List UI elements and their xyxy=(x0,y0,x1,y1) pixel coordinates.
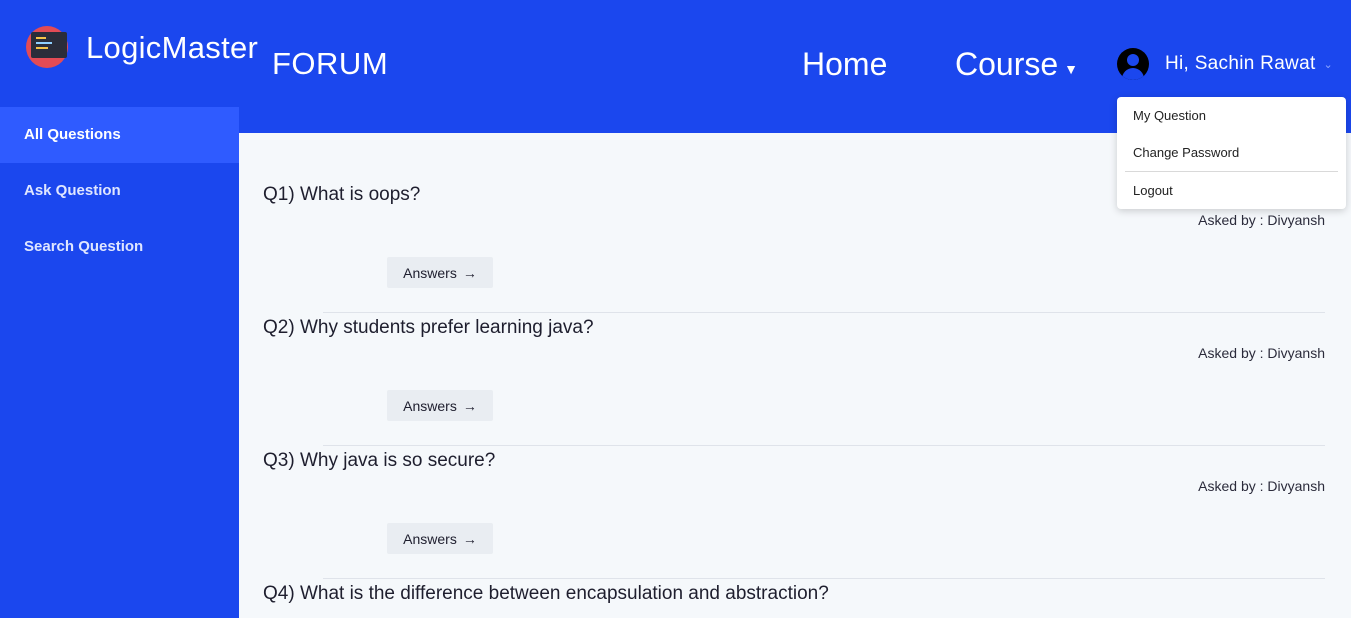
question-title[interactable]: Q3) Why java is so secure? xyxy=(263,450,495,472)
sidebar: All Questions Ask Question Search Questi… xyxy=(0,107,239,618)
sidebar-item-ask-question[interactable]: Ask Question xyxy=(0,163,239,219)
menu-item-change-password[interactable]: Change Password xyxy=(1133,145,1239,160)
nav-home-link[interactable]: Home xyxy=(802,46,887,83)
sidebar-item-all-questions[interactable]: All Questions xyxy=(0,107,239,163)
divider xyxy=(323,312,1325,313)
page-title: FORUM xyxy=(272,46,389,81)
logo-icon xyxy=(24,24,72,72)
chevron-down-icon: ⌄ xyxy=(1323,58,1333,71)
brand-name: LogicMaster xyxy=(86,30,259,65)
caret-down-icon: ▼ xyxy=(1064,60,1079,77)
user-dropdown-menu: My Question Change Password Logout xyxy=(1117,97,1346,209)
menu-item-logout[interactable]: Logout xyxy=(1133,183,1173,198)
answers-button[interactable]: Answers → xyxy=(387,257,493,288)
nav-course-label: Course xyxy=(955,46,1059,82)
user-avatar-icon xyxy=(1117,48,1149,80)
question-author: Asked by : Divyansh xyxy=(1198,212,1325,228)
menu-item-my-question[interactable]: My Question xyxy=(1133,108,1206,123)
answers-button[interactable]: Answers → xyxy=(387,523,493,554)
answers-button-label: Answers xyxy=(403,397,457,414)
user-menu-toggle[interactable]: Hi, Sachin Rawat ⌄ xyxy=(1117,48,1333,80)
answers-button-label: Answers xyxy=(403,530,457,547)
divider xyxy=(323,578,1325,579)
brand[interactable]: LogicMaster xyxy=(24,24,258,72)
answers-button-label: Answers xyxy=(403,264,457,281)
menu-divider xyxy=(1125,171,1338,172)
arrow-right-icon: → xyxy=(462,530,477,547)
answers-button[interactable]: Answers → xyxy=(387,390,493,421)
arrow-right-icon: → xyxy=(462,397,477,414)
sidebar-item-search-question[interactable]: Search Question xyxy=(0,219,239,275)
question-title[interactable]: Q4) What is the difference between encap… xyxy=(263,583,829,605)
user-greeting: Hi, Sachin Rawat xyxy=(1165,53,1316,74)
nav-course-dropdown[interactable]: Course ▼ xyxy=(955,46,1078,83)
question-author: Asked by : Divyansh xyxy=(1198,345,1325,361)
question-title[interactable]: Q1) What is oops? xyxy=(263,184,420,206)
divider xyxy=(323,445,1325,446)
question-title[interactable]: Q2) Why students prefer learning java? xyxy=(263,317,594,339)
arrow-right-icon: → xyxy=(462,264,477,281)
question-author: Asked by : Divyansh xyxy=(1198,478,1325,494)
